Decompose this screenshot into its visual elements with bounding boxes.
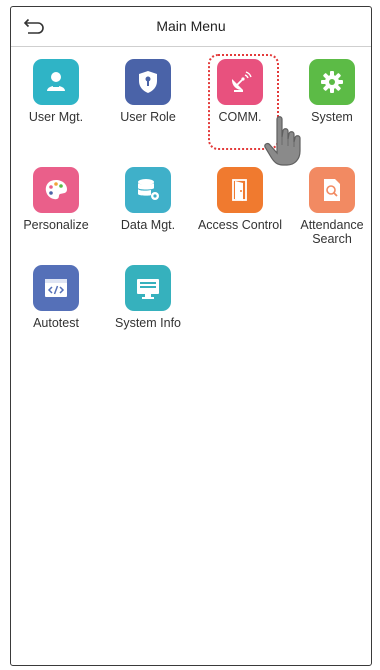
user-icon xyxy=(33,59,79,105)
page-title: Main Menu xyxy=(156,18,226,34)
top-bar: Main Menu xyxy=(11,7,371,47)
shield-icon xyxy=(125,59,171,105)
menu-item-data-mgt[interactable]: Data Mgt. xyxy=(105,167,191,232)
monitor-icon xyxy=(125,265,171,311)
menu-item-personalize[interactable]: Personalize xyxy=(13,167,99,232)
palette-icon xyxy=(33,167,79,213)
gear-icon xyxy=(309,59,355,105)
device-screen: Main Menu User Mgt. User Role COMM. Syst… xyxy=(10,6,372,666)
menu-item-user-mgt[interactable]: User Mgt. xyxy=(13,59,99,124)
door-icon xyxy=(217,167,263,213)
document-search-icon xyxy=(309,167,355,213)
menu-item-access-control[interactable]: Access Control xyxy=(197,167,283,232)
menu-item-user-role[interactable]: User Role xyxy=(105,59,191,124)
menu-item-system-info[interactable]: System Info xyxy=(105,265,191,330)
menu-item-autotest[interactable]: Autotest xyxy=(13,265,99,330)
hand-pointer-icon xyxy=(263,115,303,174)
code-window-icon xyxy=(33,265,79,311)
database-icon xyxy=(125,167,171,213)
menu-item-attendance-search[interactable]: Attendance Search xyxy=(289,167,375,246)
